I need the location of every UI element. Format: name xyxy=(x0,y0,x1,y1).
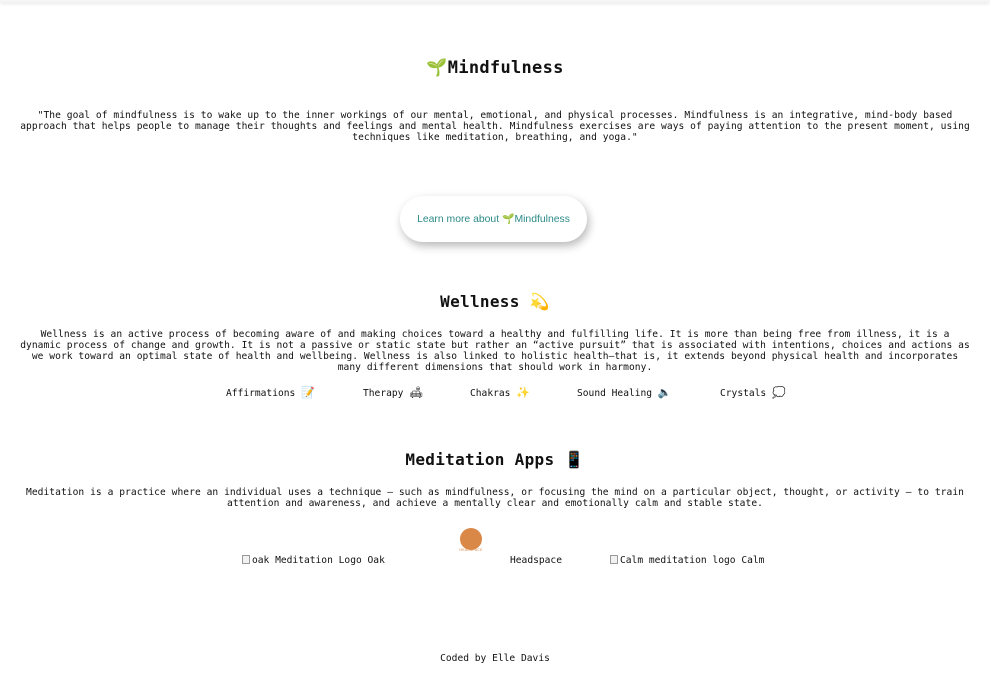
topic-label: Crystals xyxy=(720,388,767,399)
sprout-icon: 🌱 xyxy=(502,213,515,225)
app-link-calm[interactable]: Calm meditation logo Calm xyxy=(610,555,764,566)
wellness-heading-text: Wellness xyxy=(440,292,520,311)
app-label-oak: Oak xyxy=(367,555,385,566)
mindfulness-quote: "The goal of mindfulness is to wake up t… xyxy=(20,110,970,143)
memo-icon: 📝 xyxy=(301,386,315,399)
topic-link-crystals[interactable]: Crystals 💭 xyxy=(720,386,786,399)
wellness-description: Wellness is an active process of becomin… xyxy=(20,329,970,373)
topic-label: Chakras xyxy=(470,388,511,399)
meditation-apps-heading-text: Meditation Apps xyxy=(405,450,555,469)
thought-bubble-icon: 💭 xyxy=(772,386,786,399)
speaker-icon: 🔈 xyxy=(657,386,672,399)
topic-label: Affirmations xyxy=(226,388,296,399)
top-bar-shadow xyxy=(0,0,990,2)
learn-more-label-prefix: Learn more about xyxy=(417,213,500,225)
headspace-logo[interactable]: HEADSPACE xyxy=(455,526,487,554)
learn-more-label-suffix: Mindfulness xyxy=(514,213,570,225)
headspace-circle-icon xyxy=(460,528,482,550)
wellness-heading: Wellness 💫 xyxy=(0,292,990,311)
topic-link-chakras[interactable]: Chakras ✨ xyxy=(470,386,530,399)
topic-link-therapy[interactable]: Therapy 🛋 xyxy=(363,386,423,399)
footer: Coded by Elle Davis xyxy=(0,653,990,664)
page-title-text: Mindfulness xyxy=(447,58,564,78)
topic-label: Therapy xyxy=(363,388,404,399)
app-link-oak[interactable]: oak Meditation Logo Oak xyxy=(242,555,385,566)
meditation-apps-heading: Meditation Apps 📱 xyxy=(0,450,990,469)
mobile-phone-icon: 📱 xyxy=(564,450,585,469)
dizzy-star-icon: 💫 xyxy=(529,292,550,311)
couch-icon: 🛋 xyxy=(409,386,424,399)
calm-logo-alt-text: Calm meditation logo xyxy=(620,555,736,566)
sprout-icon: 🌱 xyxy=(426,58,448,78)
broken-image-icon xyxy=(242,555,250,564)
headspace-logo-text: HEADSPACE xyxy=(459,548,483,552)
oak-logo-alt-text: oak Meditation Logo xyxy=(252,555,362,566)
sparkles-icon: ✨ xyxy=(516,386,530,399)
broken-image-icon xyxy=(610,555,618,564)
app-label-headspace: Headspace xyxy=(510,555,562,566)
topic-label: Sound Healing xyxy=(577,388,653,399)
app-link-headspace[interactable]: Headspace xyxy=(510,555,562,566)
meditation-apps-list: oak Meditation Logo Oak HEADSPACE Headsp… xyxy=(0,526,990,576)
app-label-calm: Calm xyxy=(741,555,765,566)
author-link[interactable]: Elle Davis xyxy=(492,653,550,664)
wellness-topics-nav: Affirmations 📝 Therapy 🛋 Chakras ✨ Sound… xyxy=(0,386,990,400)
topic-link-sound-healing[interactable]: Sound Healing 🔈 xyxy=(577,386,672,399)
meditation-description: Meditation is a practice where an indivi… xyxy=(26,487,964,509)
footer-prefix: Coded by xyxy=(440,653,493,664)
page-title: 🌱Mindfulness xyxy=(0,58,990,78)
topic-link-affirmations[interactable]: Affirmations 📝 xyxy=(226,386,315,399)
learn-more-button[interactable]: Learn more about 🌱 Mindfulness xyxy=(400,196,587,242)
